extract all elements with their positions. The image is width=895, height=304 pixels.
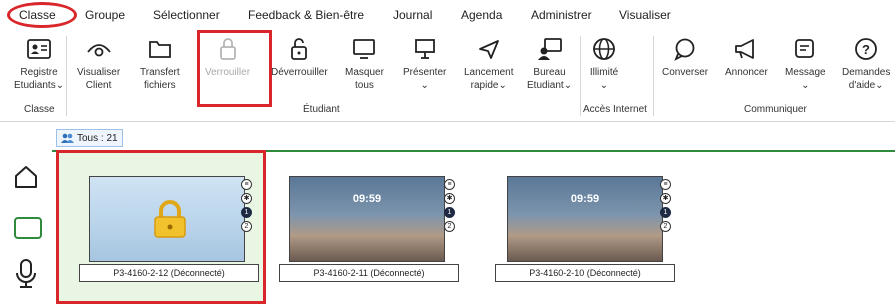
- deverrouiller-button[interactable]: Déverrouiller: [271, 34, 328, 79]
- group-label-communiquer: Communiquer: [744, 104, 807, 115]
- chat-bubble-icon: [669, 34, 701, 64]
- chevron-down-icon: ⌄: [420, 80, 429, 91]
- padlock-icon: [154, 200, 186, 238]
- visualiser-client-button[interactable]: Visualiser Client: [77, 34, 120, 92]
- registre-label-2: Etudiants⌄: [14, 80, 65, 91]
- monitor-1-badge[interactable]: 1: [444, 207, 455, 218]
- monitor-2-badge[interactable]: 2: [660, 221, 671, 232]
- thumbnail-view-icon[interactable]: [13, 216, 43, 245]
- presentation-icon: [409, 34, 441, 64]
- annoncer-button[interactable]: Annoncer: [725, 34, 768, 79]
- illimite-label: Illimité: [589, 67, 619, 78]
- presenter-label: Présenter: [403, 67, 447, 78]
- globe-icon: [588, 34, 620, 64]
- converser-label: Converser: [662, 67, 709, 78]
- megaphone-icon: [730, 34, 762, 64]
- help-icon: ?: [850, 34, 882, 64]
- microphone-icon[interactable]: [13, 258, 39, 295]
- chevron-down-icon: ⌄: [599, 80, 609, 91]
- status-badges: ≡ ✱ 1 2: [444, 179, 456, 232]
- presenter-button[interactable]: Présenter ⌄: [403, 34, 446, 92]
- message-label: Message: [785, 67, 826, 78]
- student-screen-thumbnail[interactable]: [89, 176, 245, 262]
- menu-visualiser[interactable]: Visualiser: [619, 8, 671, 22]
- menu-badge[interactable]: ≡: [241, 179, 252, 190]
- status-badges: ≡ ✱ 1 2: [660, 179, 672, 232]
- student-name-label: P3-4160-2-11 (Déconnecté): [279, 264, 459, 282]
- ribbon-separator: [580, 36, 581, 116]
- id-card-icon: [23, 34, 55, 64]
- lancement-label: Lancement: [464, 67, 514, 78]
- status-badges: ≡ ✱ 1 2: [241, 179, 253, 232]
- monitor-icon: [348, 34, 380, 64]
- demandes-label-2: d'aide⌄: [848, 80, 884, 91]
- monitor-2-badge[interactable]: 2: [444, 221, 455, 232]
- masquer-label-2: tous: [355, 80, 374, 91]
- menu-administrer[interactable]: Administrer: [531, 8, 592, 22]
- filter-all-button[interactable]: Tous : 21: [56, 129, 123, 147]
- registre-etudiants-button[interactable]: Registre Etudiants⌄: [14, 34, 64, 92]
- transfert-label-2: fichiers: [143, 80, 176, 91]
- home-icon[interactable]: [13, 164, 39, 195]
- settings-badge[interactable]: ✱: [660, 193, 671, 204]
- classe-highlight-circle: [7, 2, 77, 28]
- lancement-label-2: rapide⌄: [470, 80, 507, 91]
- demandes-aide-button[interactable]: ? Demandes d'aide⌄: [842, 34, 890, 92]
- monitor-2-badge[interactable]: 2: [241, 221, 252, 232]
- converser-button[interactable]: Converser: [662, 34, 708, 79]
- settings-badge[interactable]: ✱: [241, 193, 252, 204]
- group-label-acces-internet: Accès Internet: [583, 104, 647, 115]
- menu-feedback[interactable]: Feedback & Bien-être: [248, 8, 364, 22]
- student-screen-thumbnail[interactable]: 09:59: [289, 176, 445, 262]
- menu-selectionner[interactable]: Sélectionner: [153, 8, 220, 22]
- desktop-clock: 09:59: [570, 193, 600, 205]
- settings-badge[interactable]: ✱: [444, 193, 455, 204]
- visualiser-label-2: Client: [85, 80, 112, 91]
- lancement-rapide-button[interactable]: Lancement rapide⌄: [464, 34, 513, 92]
- group-label-etudiant: Étudiant: [303, 104, 340, 115]
- bureau-label: Bureau: [533, 67, 566, 78]
- unlock-icon: [283, 34, 315, 64]
- eye-icon: [83, 34, 115, 64]
- illimite-button[interactable]: Illimité ⌄: [588, 34, 620, 92]
- menu-journal[interactable]: Journal: [393, 8, 432, 22]
- filter-label: Tous : 21: [77, 132, 118, 144]
- menu-bar: Classe Groupe Sélectionner Feedback & Bi…: [0, 0, 895, 30]
- demandes-label: Demandes: [842, 67, 891, 78]
- menu-groupe[interactable]: Groupe: [85, 8, 125, 22]
- transfert-label: Transfert: [140, 67, 180, 78]
- ribbon-separator: [653, 36, 654, 116]
- bureau-etudiant-button[interactable]: Bureau Etudiant⌄: [527, 34, 572, 92]
- monitor-1-badge[interactable]: 1: [241, 207, 252, 218]
- registre-label: Registre: [20, 67, 58, 78]
- menu-badge[interactable]: ≡: [444, 179, 455, 190]
- svg-text:?: ?: [862, 42, 870, 57]
- verrouiller-highlight-box: [197, 30, 272, 107]
- visualiser-label: Visualiser: [77, 67, 121, 78]
- menu-agenda[interactable]: Agenda: [461, 8, 502, 22]
- folder-icon: [144, 34, 176, 64]
- deverrouiller-label: Déverrouiller: [271, 67, 328, 78]
- message-button[interactable]: Message ⌄: [785, 34, 826, 92]
- monitor-1-badge[interactable]: 1: [660, 207, 671, 218]
- student-desk-icon: [534, 34, 566, 64]
- ribbon: Registre Etudiants⌄ Visualiser Client Tr…: [0, 30, 895, 122]
- annoncer-label: Annoncer: [725, 67, 768, 78]
- student-name-label: P3-4160-2-12 (Déconnecté): [79, 264, 259, 282]
- transfert-fichiers-button[interactable]: Transfert fichiers: [140, 34, 180, 92]
- chevron-down-icon: ⌄: [801, 80, 810, 91]
- left-rail: [0, 150, 52, 304]
- desktop-clock: 09:59: [352, 193, 382, 205]
- message-edit-icon: [789, 34, 821, 64]
- users-icon: [61, 133, 74, 143]
- menu-badge[interactable]: ≡: [660, 179, 671, 190]
- student-screen-thumbnail[interactable]: 09:59: [507, 176, 663, 262]
- ribbon-separator: [66, 36, 67, 116]
- group-label-classe: Classe: [24, 104, 55, 115]
- bureau-label-2: Etudiant⌄: [527, 80, 573, 91]
- masquer-label: Masquer: [345, 67, 384, 78]
- student-name-label: P3-4160-2-10 (Déconnecté): [495, 264, 675, 282]
- masquer-tous-button[interactable]: Masquer tous: [345, 34, 384, 92]
- send-icon: [473, 34, 505, 64]
